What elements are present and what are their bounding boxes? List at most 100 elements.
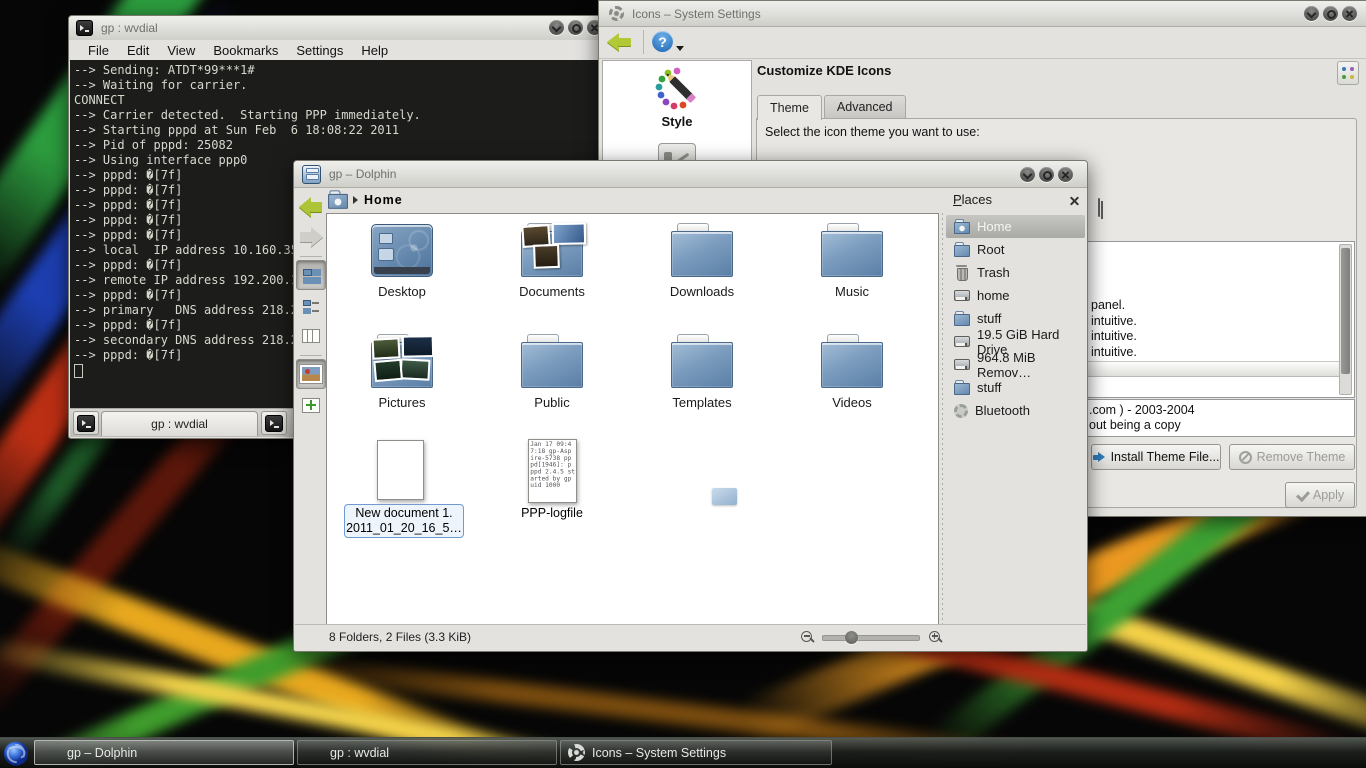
maximize-button[interactable]: [1039, 167, 1054, 182]
places-item[interactable]: home: [946, 284, 1085, 307]
zoom-out-icon[interactable]: [800, 630, 814, 644]
folder-item[interactable]: Desktop: [327, 218, 477, 329]
theme-list-item[interactable]: intuitive.: [1091, 314, 1137, 330]
status-text: 8 Folders, 2 Files (3.3 KiB): [329, 630, 471, 644]
icon-sizes-button[interactable]: [1337, 61, 1359, 85]
dolphin-titlebar[interactable]: gp – Dolphin: [294, 161, 1087, 188]
new-document-file-label[interactable]: New document 1. 2011_01_20_16_5…: [344, 504, 464, 538]
terminal-line: --> Pid of pppd: 25082: [74, 138, 613, 153]
folder-item[interactable]: Pictures: [327, 329, 477, 440]
places-item[interactable]: 964.8 MiB Remov…: [946, 353, 1085, 376]
menu-item[interactable]: Settings: [287, 43, 352, 58]
sidebar-item-style[interactable]: Style: [603, 114, 751, 129]
taskbar-task[interactable]: gp – Dolphin: [34, 740, 294, 765]
menu-item[interactable]: Help: [352, 43, 397, 58]
close-button[interactable]: [1342, 6, 1357, 21]
ppp-logfile-icon[interactable]: Jan 17 09:47:18 gp-Aspire-5738 pppd[1946…: [528, 439, 577, 503]
close-panel-icon[interactable]: [1069, 195, 1080, 206]
folder-item[interactable]: Documents: [477, 218, 627, 329]
details-view-icon: [303, 300, 319, 313]
icons-view-icon: [303, 269, 319, 282]
panel-splitter[interactable]: [942, 213, 943, 625]
theme-list-item[interactable]: intuitive.: [1091, 345, 1137, 361]
breadcrumb-separator-icon: [353, 196, 358, 204]
system-settings-titlebar[interactable]: Icons – System Settings: [599, 1, 1366, 27]
home-icon[interactable]: [327, 189, 349, 210]
chevron-down-icon[interactable]: [676, 46, 684, 51]
folder-view[interactable]: Desktop Documents Downloads: [326, 213, 939, 627]
help-icon[interactable]: ?: [652, 31, 673, 52]
zoom-slider-handle[interactable]: [845, 631, 858, 644]
places-item[interactable]: Home: [946, 215, 1085, 238]
ppp-logfile-label[interactable]: PPP-logfile: [502, 506, 602, 520]
new-tab-button[interactable]: [73, 411, 99, 435]
konsole-titlebar[interactable]: gp : wvdial: [69, 16, 614, 41]
folder-label: Public: [534, 395, 569, 410]
folder-item[interactable]: Videos: [777, 329, 927, 440]
detach-panel-icon[interactable]: [1098, 198, 1100, 217]
launcher-icon[interactable]: [2, 740, 30, 767]
breadcrumb-location[interactable]: Home: [364, 193, 403, 207]
tab[interactable]: Theme: [757, 95, 822, 120]
scrollbar[interactable]: [1339, 244, 1352, 395]
menu-item[interactable]: Edit: [118, 43, 158, 58]
zoom-in-icon[interactable]: [928, 630, 942, 644]
minimize-button[interactable]: [549, 20, 564, 35]
home-folder-icon: [328, 190, 348, 209]
forward-button[interactable]: [297, 223, 325, 251]
places-item-icon: [954, 265, 970, 280]
konsole-tab[interactable]: gp : wvdial: [101, 411, 258, 436]
places-item-icon: [954, 242, 970, 257]
remove-theme-button[interactable]: Remove Theme: [1229, 444, 1355, 470]
style-icon[interactable]: [654, 67, 700, 111]
taskbar-task[interactable]: Icons – System Settings: [560, 740, 832, 765]
tab[interactable]: Advanced: [824, 95, 906, 118]
install-theme-button[interactable]: Install Theme File...: [1091, 444, 1221, 470]
maximize-button[interactable]: [568, 20, 583, 35]
menu-item[interactable]: View: [158, 43, 204, 58]
menu-item[interactable]: Bookmarks: [204, 43, 287, 58]
places-panel-title: Places: [953, 192, 992, 207]
folder-item[interactable]: Public: [477, 329, 627, 440]
minimize-button[interactable]: [1304, 6, 1319, 21]
konsole-tab-label: gp : wvdial: [151, 417, 208, 431]
new-document-file-icon[interactable]: [377, 440, 424, 500]
theme-list-item[interactable]: panel.: [1091, 298, 1137, 314]
scrollbar-thumb[interactable]: [1341, 248, 1350, 374]
terminal-icon: [77, 415, 95, 432]
places-item-icon: [954, 219, 970, 234]
folder-label: Music: [835, 284, 869, 299]
back-icon[interactable]: [607, 30, 633, 52]
places-item[interactable]: Root: [946, 238, 1085, 261]
folder-item[interactable]: Music: [777, 218, 927, 329]
places-item-label: home: [977, 288, 1010, 303]
details-view-button[interactable]: [297, 292, 325, 320]
close-button[interactable]: [1058, 167, 1073, 182]
file-preview-line: arted by gp: [530, 475, 573, 482]
terminal-cursor: [74, 364, 83, 378]
columns-view-button[interactable]: [297, 322, 325, 350]
taskbar-task[interactable]: gp : wvdial: [297, 740, 557, 765]
back-button[interactable]: [297, 193, 325, 221]
minimize-button[interactable]: [1020, 167, 1035, 182]
icons-view-button[interactable]: [296, 260, 326, 290]
zoom-slider[interactable]: [822, 635, 920, 641]
places-item[interactable]: Trash: [946, 261, 1085, 284]
split-view-button[interactable]: [297, 391, 325, 419]
maximize-button[interactable]: [1323, 6, 1338, 21]
file-preview-line: 7:18 gp-Asp: [530, 448, 573, 455]
apply-button[interactable]: Apply: [1285, 482, 1355, 508]
folder-item[interactable]: Templates: [627, 329, 777, 440]
theme-list-item[interactable]: intuitive.: [1091, 329, 1137, 345]
page-title: Customize KDE Icons: [757, 63, 891, 78]
places-item-icon: [954, 334, 970, 349]
task-icon: [42, 744, 60, 761]
preview-button[interactable]: [296, 359, 326, 389]
file-preview-line: ppd 2.4.5 st: [530, 469, 573, 476]
folder-item[interactable]: Downloads: [627, 218, 777, 329]
tab-list-button[interactable]: [261, 411, 287, 435]
places-item[interactable]: Bluetooth: [946, 399, 1085, 422]
check-icon: [1296, 491, 1308, 500]
places-item[interactable]: stuff: [946, 376, 1085, 399]
menu-item[interactable]: File: [79, 43, 118, 58]
